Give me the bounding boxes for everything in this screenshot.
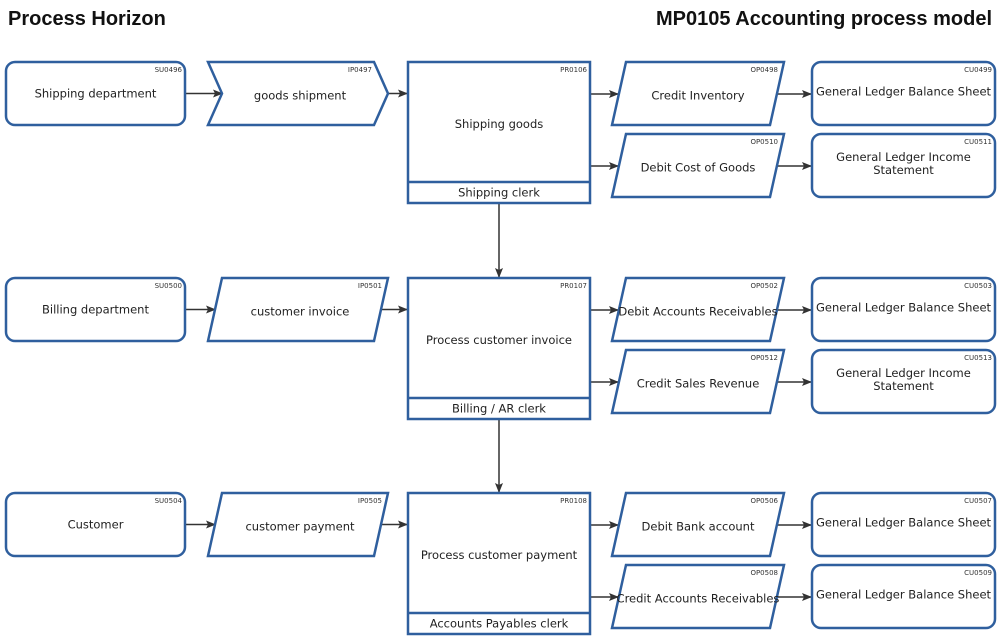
supplier-node[interactable]: SU0500 Billing department <box>4 276 187 343</box>
process-label: Process customer payment <box>421 548 578 562</box>
process-role: Billing / AR clerk <box>452 402 546 416</box>
node-code: IP0497 <box>348 66 372 74</box>
process-node[interactable]: PR0108 Process customer payment Accounts P… <box>406 491 592 636</box>
output-node[interactable]: OP0510 Debit Cost of Goods <box>610 132 786 199</box>
input-node[interactable]: IP0497 goods shipment <box>206 60 390 127</box>
input-node[interactable]: IP0505 customer payment <box>206 491 390 558</box>
node-code: IP0501 <box>358 282 382 290</box>
supplier-node[interactable]: SU0496 Shipping department <box>4 60 187 127</box>
node-code: CU0503 <box>964 282 992 290</box>
node-code: IP0505 <box>358 497 382 505</box>
shapes-layer: SU0496 Shipping department IP0497 goods shi… <box>4 60 997 636</box>
node-label: General Ledger Balance Sheet <box>816 516 992 530</box>
node-label: Statement <box>873 379 934 393</box>
input-node[interactable]: IP0501 customer invoice <box>206 276 390 343</box>
node-label: Billing department <box>42 303 149 317</box>
node-code: SU0496 <box>155 66 183 74</box>
output-node[interactable]: OP0512 Credit Sales Revenue <box>610 348 786 415</box>
node-code: OP0510 <box>750 138 778 146</box>
supplier-node[interactable]: SU0504 Customer <box>4 491 187 558</box>
node-code: CU0509 <box>964 569 992 577</box>
node-code: OP0508 <box>750 569 778 577</box>
node-code: CU0513 <box>964 354 992 362</box>
node-code: SU0500 <box>155 282 182 290</box>
node-code: PR0108 <box>560 497 587 505</box>
node-code: CU0511 <box>964 138 992 146</box>
process-node[interactable]: PR0106 Shipping goods Shipping clerk <box>406 60 592 205</box>
customer-node[interactable]: CU0511 General Ledger IncomeStatement <box>810 132 997 199</box>
customer-node[interactable]: CU0499 General Ledger Balance Sheet <box>810 60 997 127</box>
customer-node[interactable]: CU0507 General Ledger Balance Sheet <box>810 491 997 558</box>
node-label: Debit Bank account <box>642 520 755 534</box>
output-node[interactable]: OP0498 Credit Inventory <box>610 60 786 127</box>
node-label: customer payment <box>245 520 355 534</box>
node-label: Shipping department <box>35 87 157 101</box>
node-code: SU0504 <box>155 497 183 505</box>
node-label: General Ledger Balance Sheet <box>816 85 992 99</box>
node-label: Customer <box>68 518 124 532</box>
node-label: General Ledger Income <box>836 150 971 164</box>
node-code: CU0507 <box>964 497 992 505</box>
process-node[interactable]: PR0107 Process customer invoice Billing / … <box>406 276 592 421</box>
node-label: goods shipment <box>254 89 347 103</box>
process-role: Accounts Payables clerk <box>430 617 569 631</box>
customer-node[interactable]: CU0513 General Ledger IncomeStatement <box>810 348 997 415</box>
node-code: OP0498 <box>750 66 778 74</box>
node-label: Credit Sales Revenue <box>637 377 760 391</box>
process-role: Shipping clerk <box>458 186 540 200</box>
output-node[interactable]: OP0506 Debit Bank account <box>610 491 786 558</box>
node-code: OP0502 <box>750 282 778 290</box>
output-node[interactable]: OP0502 Debit Accounts Receivables <box>610 276 786 343</box>
customer-node[interactable]: CU0503 General Ledger Balance Sheet <box>810 276 997 343</box>
node-label: General Ledger Income <box>836 366 971 380</box>
process-label: Shipping goods <box>455 117 544 131</box>
node-code: CU0499 <box>964 66 992 74</box>
node-label: Debit Accounts Receivables <box>618 305 777 319</box>
customer-node[interactable]: CU0509 General Ledger Balance Sheet <box>810 563 997 630</box>
node-label: General Ledger Balance Sheet <box>816 588 992 602</box>
node-label: customer invoice <box>251 305 350 319</box>
node-label: Credit Inventory <box>651 89 744 103</box>
process-label: Process customer invoice <box>426 333 572 347</box>
node-label: Credit Accounts Receivables <box>617 592 780 606</box>
node-code: OP0506 <box>750 497 778 505</box>
node-code: PR0107 <box>560 282 587 290</box>
process-diagram: SU0496 Shipping department IP0497 goods shi… <box>4 60 997 636</box>
node-label: Statement <box>873 163 934 177</box>
output-node[interactable]: OP0508 Credit Accounts Receivables <box>610 563 786 630</box>
node-label: Debit Cost of Goods <box>641 161 756 175</box>
node-code: PR0106 <box>560 66 587 74</box>
node-code: OP0512 <box>750 354 778 362</box>
node-label: General Ledger Balance Sheet <box>816 301 992 315</box>
